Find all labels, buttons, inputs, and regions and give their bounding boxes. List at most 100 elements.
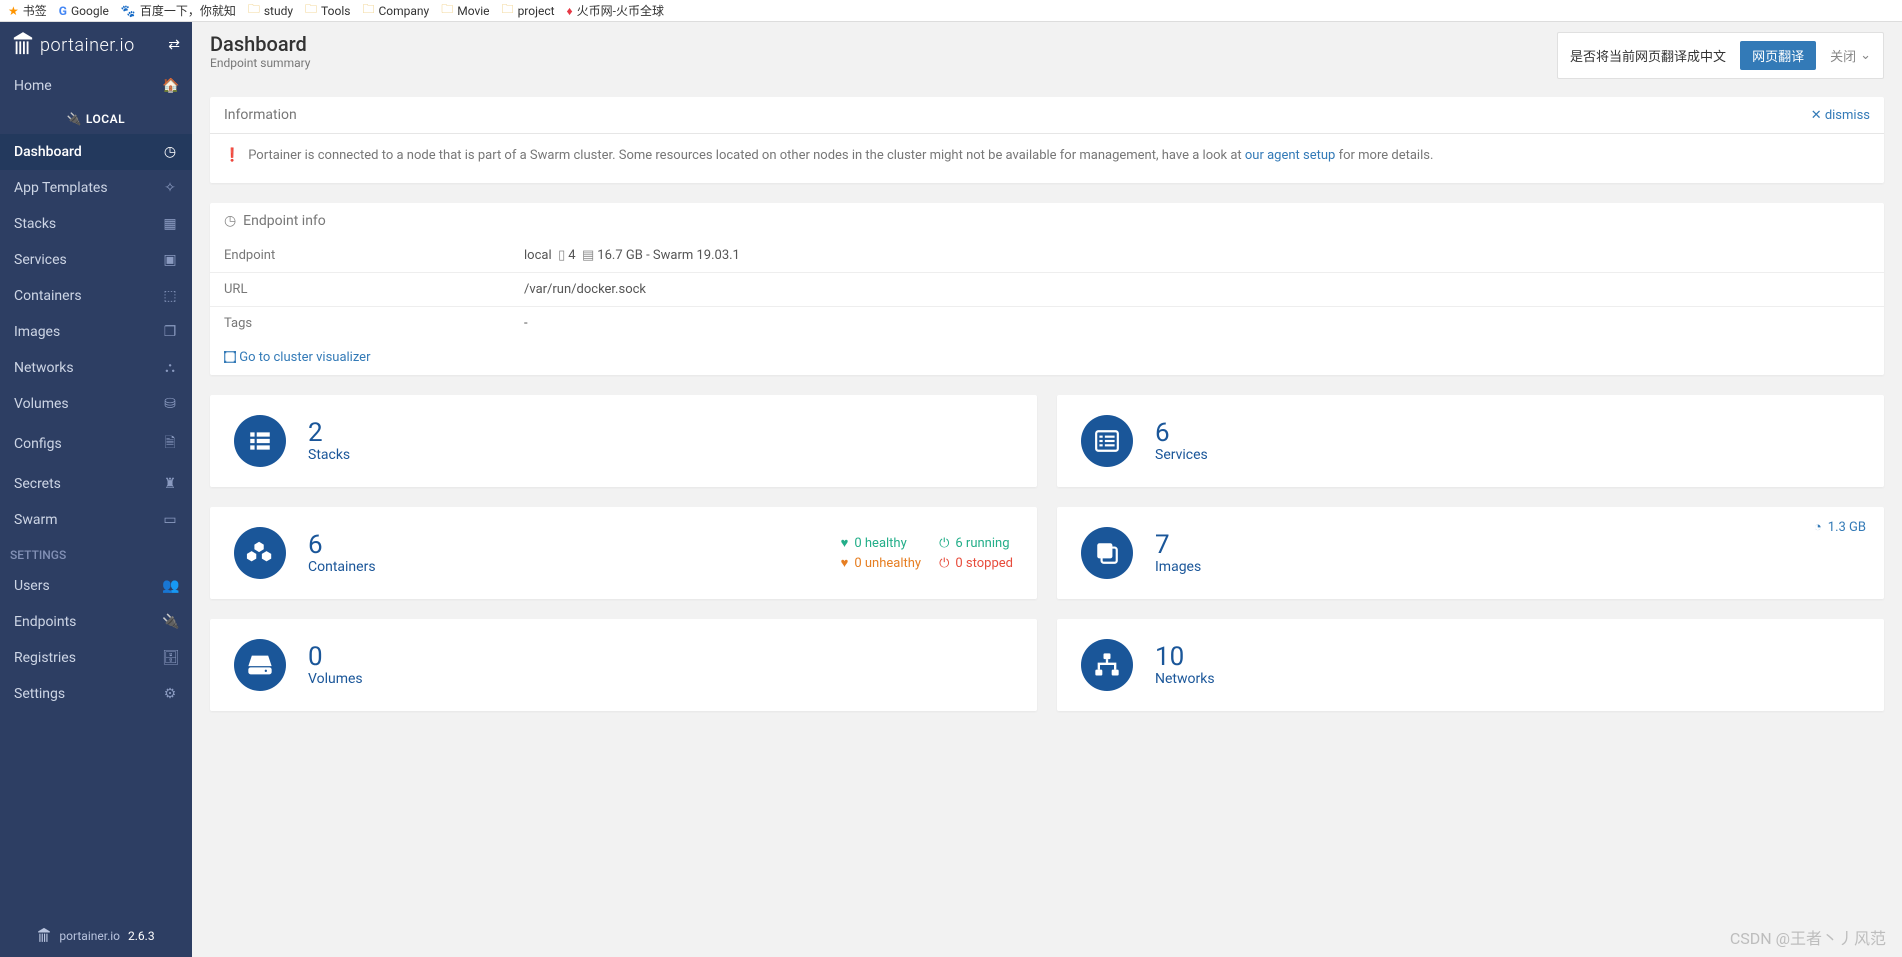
- sidebar-item-app-templates[interactable]: App Templates ✧: [0, 170, 192, 206]
- logo[interactable]: portainer.io: [12, 32, 135, 58]
- dismiss-button[interactable]: ✕ dismiss: [1811, 108, 1870, 123]
- tachometer-icon: ◷: [224, 213, 236, 229]
- th-list-icon: ▦: [162, 216, 178, 232]
- tile-volumes[interactable]: 0 Volumes: [210, 619, 1037, 711]
- sidebar-item-label: Registries: [14, 650, 76, 666]
- heartbeat-icon: ♥: [841, 555, 849, 571]
- bookmark-tools[interactable]: 🗀Tools: [305, 0, 350, 21]
- bookmark-huobi[interactable]: ♦火币网-火币全球: [567, 2, 664, 19]
- endpoint-info-title: Endpoint info: [243, 213, 326, 229]
- power-icon: ⏻: [939, 556, 949, 571]
- sidebar-item-stacks[interactable]: Stacks ▦: [0, 206, 192, 242]
- sidebar-item-label: Containers: [14, 288, 82, 304]
- tags-label: Tags: [210, 307, 510, 341]
- tachometer-icon: ◷: [162, 144, 178, 160]
- information-panel: Information ✕ dismiss ❗ Portainer is con…: [210, 97, 1884, 183]
- sidebar-item-label: Swarm: [14, 512, 57, 528]
- sidebar-item-label: Users: [14, 578, 50, 594]
- sidebar-item-services[interactable]: Services ▣: [0, 242, 192, 278]
- sidebar-item-users[interactable]: Users 👥: [0, 568, 192, 604]
- images-label: Images: [1155, 559, 1201, 575]
- sidebar-item-swarm[interactable]: Swarm ▭: [0, 502, 192, 538]
- heartbeat-icon: ♥: [841, 535, 849, 551]
- sidebar-item-dashboard[interactable]: Dashboard ◷: [0, 134, 192, 170]
- sidebar-item-registries[interactable]: Registries 🗄: [0, 640, 192, 676]
- footer-version: 2.6.3: [128, 929, 155, 943]
- tile-images[interactable]: ◔1.3 GB 7 Images: [1057, 507, 1884, 599]
- home-icon: 🏠: [162, 78, 178, 94]
- cluster-visualizer-link[interactable]: Go to cluster visualizer: [210, 340, 1884, 375]
- bookmark-star[interactable]: ★书签: [8, 2, 47, 19]
- chevron-down-icon: ⌄: [1860, 48, 1871, 63]
- cubes-icon: [234, 527, 286, 579]
- microchip-icon: ▯: [558, 248, 565, 263]
- clone-icon: [1081, 527, 1133, 579]
- endpoint-info-table: Endpoint local ▯ 4 ▤ 16.7 GB - Swarm 19.…: [210, 239, 1884, 340]
- sidebar-item-label: Configs: [14, 436, 62, 452]
- sidebar-item-label: Stacks: [14, 216, 56, 232]
- table-row: Tags -: [210, 307, 1884, 341]
- tile-containers[interactable]: 6 Containers ♥0 healthy ⏻6 running ♥0 un…: [210, 507, 1037, 599]
- sidebar: portainer.io ⇄ Home 🏠 🔌 LOCAL Dashboard …: [0, 22, 192, 957]
- portainer-footer-icon: [37, 927, 51, 945]
- database-icon: 🗄: [162, 650, 178, 666]
- dashboard-tiles: 2 Stacks 6 Services 6: [192, 385, 1902, 721]
- agent-setup-link[interactable]: our agent setup: [1245, 148, 1335, 163]
- sidebar-endpoint-local[interactable]: 🔌 LOCAL: [0, 104, 192, 134]
- bookmark-movie[interactable]: 🗀Movie: [441, 0, 489, 21]
- tags-value: -: [510, 307, 1884, 341]
- endpoint-value: local ▯ 4 ▤ 16.7 GB - Swarm 19.03.1: [510, 239, 1884, 273]
- tile-stacks[interactable]: 2 Stacks: [210, 395, 1037, 487]
- sidebar-item-label: Endpoints: [14, 614, 76, 630]
- translate-close[interactable]: 关闭 ⌄: [1830, 46, 1871, 65]
- rocket-icon: ✧: [162, 180, 178, 196]
- information-message: ❗ Portainer is connected to a node that …: [210, 134, 1884, 183]
- sidebar-item-configs[interactable]: Configs 🗎: [0, 422, 192, 466]
- sidebar-item-networks[interactable]: Networks ⛬: [0, 350, 192, 386]
- sidebar-item-images[interactable]: Images ❐: [0, 314, 192, 350]
- sidebar-item-containers[interactable]: Containers ⬚: [0, 278, 192, 314]
- users-icon: 👥: [162, 578, 178, 594]
- networks-count: 10: [1155, 643, 1215, 672]
- sidebar-item-home[interactable]: Home 🏠: [0, 68, 192, 104]
- list-alt-icon: [1081, 415, 1133, 467]
- sidebar-item-volumes[interactable]: Volumes ⛁: [0, 386, 192, 422]
- user-secret-icon: ♜: [162, 476, 178, 492]
- sitemap-icon: [1081, 639, 1133, 691]
- tile-networks[interactable]: 10 Networks: [1057, 619, 1884, 711]
- tile-services[interactable]: 6 Services: [1057, 395, 1884, 487]
- cubes-icon: ⬚: [162, 288, 178, 304]
- memory-icon: ▤: [582, 248, 594, 263]
- translate-button[interactable]: 网页翻译: [1740, 41, 1816, 70]
- sidebar-item-secrets[interactable]: Secrets ♜: [0, 466, 192, 502]
- images-count: 7: [1155, 531, 1201, 560]
- hdd-icon: ⛁: [162, 396, 178, 412]
- sidebar-item-label: Images: [14, 324, 60, 340]
- bookmark-study[interactable]: 🗀study: [248, 0, 293, 21]
- bookmark-project[interactable]: 🗀project: [502, 0, 555, 21]
- sidebar-item-label: Settings: [14, 686, 65, 702]
- sidebar-item-label: Secrets: [14, 476, 61, 492]
- page-subtitle: Endpoint summary: [210, 56, 310, 70]
- main-header: Dashboard Endpoint summary 是否将当前网页翻译成中文 …: [192, 22, 1902, 87]
- clone-icon: ❐: [162, 324, 178, 340]
- sidebar-toggle-icon[interactable]: ⇄: [168, 37, 180, 53]
- bookmark-baidu[interactable]: 🐾百度一下，你就知: [121, 2, 236, 19]
- networks-label: Networks: [1155, 671, 1215, 687]
- sidebar-item-endpoints[interactable]: Endpoints 🔌: [0, 604, 192, 640]
- sidebar-item-label: Dashboard: [14, 144, 82, 160]
- object-group-icon: ▭: [162, 512, 178, 528]
- url-label: URL: [210, 273, 510, 307]
- containers-count: 6: [308, 531, 376, 560]
- translate-bar: 是否将当前网页翻译成中文 网页翻译 关闭 ⌄: [1557, 32, 1884, 79]
- bookmark-google[interactable]: GGoogle: [59, 4, 109, 18]
- portainer-logo-icon: [12, 32, 34, 58]
- sidebar-footer: portainer.io 2.6.3: [0, 919, 192, 953]
- volumes-count: 0: [308, 643, 363, 672]
- information-title: Information: [224, 107, 297, 123]
- bookmark-company[interactable]: 🗀Company: [362, 0, 429, 21]
- sidebar-item-settings[interactable]: Settings ⚙: [0, 676, 192, 712]
- url-value: /var/run/docker.sock: [510, 273, 1884, 307]
- th-list-icon: [234, 415, 286, 467]
- object-group-icon: [224, 351, 236, 363]
